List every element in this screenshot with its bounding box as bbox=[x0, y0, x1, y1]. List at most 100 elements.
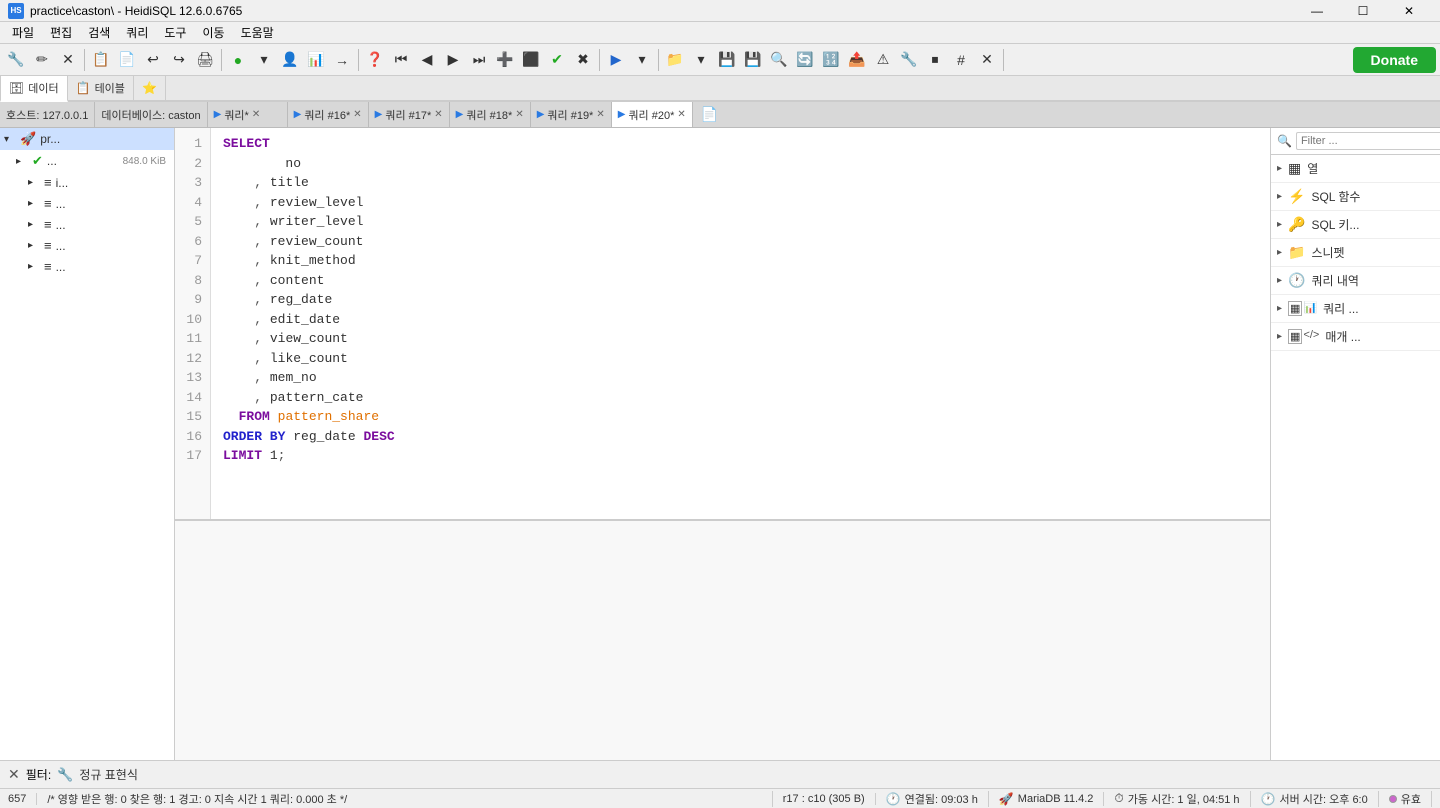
redo-button[interactable]: ↪ bbox=[167, 48, 191, 72]
cross-button[interactable]: ✕ bbox=[56, 48, 80, 72]
warning-button[interactable]: ⚠ bbox=[871, 48, 895, 72]
minimize-button[interactable]: — bbox=[1294, 0, 1340, 22]
menu-item-쿼리[interactable]: 쿼리 bbox=[118, 22, 156, 43]
user-button[interactable]: 👤 bbox=[278, 48, 302, 72]
qtab-host-label: 호스트: 127.0.0.1 bbox=[6, 107, 88, 123]
format-button[interactable]: 🔢 bbox=[819, 48, 843, 72]
toolbar: 🔧 ✏ ✕ 📋 📄 ↩ ↪ 🖨 ● ▾ 👤 📊 → ❓ ⏮ ◀ ▶ ⏭ ➕ ⬛ … bbox=[0, 44, 1440, 76]
sep1 bbox=[84, 49, 85, 71]
new-query-tab[interactable]: 📄 bbox=[693, 102, 726, 127]
hash-button[interactable]: # bbox=[949, 48, 973, 72]
tab-star[interactable]: ⭐ bbox=[134, 76, 166, 100]
sep6 bbox=[1003, 49, 1004, 71]
new-button[interactable]: 🔧 bbox=[4, 48, 28, 72]
connect-arrow[interactable]: ▾ bbox=[252, 48, 276, 72]
qtab-q-close[interactable]: ✕ bbox=[252, 109, 260, 120]
rp-query[interactable]: ▸ ▦ 📊 쿼리 ... bbox=[1271, 295, 1440, 323]
qtab-18[interactable]: ▶ 쿼리 #18* ✕ bbox=[450, 102, 531, 127]
tree-item-i[interactable]: ▸ ≡ i... bbox=[0, 172, 174, 193]
search-button[interactable]: 🔍 bbox=[767, 48, 791, 72]
menu-item-편집[interactable]: 편집 bbox=[42, 22, 80, 43]
qtab-18-close[interactable]: ✕ bbox=[515, 109, 523, 120]
nav-first[interactable]: ⏮ bbox=[389, 48, 413, 72]
refresh-button[interactable]: 🔄 bbox=[793, 48, 817, 72]
stop2-button[interactable]: ⏹ bbox=[923, 48, 947, 72]
nav-last[interactable]: ⏭ bbox=[467, 48, 491, 72]
qtab-host[interactable]: 호스트: 127.0.0.1 bbox=[0, 102, 95, 127]
save-button[interactable]: 💾 bbox=[715, 48, 739, 72]
row-count-value: 657 bbox=[8, 793, 26, 805]
export-button[interactable]: 📤 bbox=[845, 48, 869, 72]
paste-button[interactable]: 📄 bbox=[115, 48, 139, 72]
menu-item-파일[interactable]: 파일 bbox=[4, 22, 42, 43]
tree-item-t3[interactable]: ▸ ≡ ... bbox=[0, 214, 174, 235]
status-db: 🚀 MariaDB 11.4.2 bbox=[989, 792, 1105, 806]
folder-arrow[interactable]: ▾ bbox=[689, 48, 713, 72]
tab-data[interactable]: 🗄 데이터 bbox=[0, 76, 68, 102]
edit-button[interactable]: ✏ bbox=[30, 48, 54, 72]
table-button[interactable]: 📊 bbox=[304, 48, 328, 72]
qtab-q[interactable]: ▶ 쿼리* ✕ bbox=[208, 102, 288, 127]
rp-arrow-param: ▸ bbox=[1277, 331, 1282, 342]
tree-label-t2: ... bbox=[56, 197, 66, 211]
qtab-20-close[interactable]: ✕ bbox=[677, 109, 685, 120]
copy-button[interactable]: 📋 bbox=[89, 48, 113, 72]
qtab-17-close[interactable]: ✕ bbox=[434, 109, 442, 120]
result-area bbox=[175, 520, 1270, 760]
db-text: MariaDB 11.4.2 bbox=[1018, 793, 1094, 805]
sql-code[interactable]: SELECT no , title , review_level , write… bbox=[211, 128, 1270, 519]
arrow-button[interactable]: → bbox=[330, 48, 354, 72]
tree-item-pr[interactable]: ▾ 🚀 pr... bbox=[0, 128, 174, 150]
qtab-17[interactable]: ▶ 쿼리 #17* ✕ bbox=[369, 102, 450, 127]
rp-sqlkey[interactable]: ▸ 🔑 SQL 키... bbox=[1271, 211, 1440, 239]
close-button[interactable]: ✕ bbox=[1386, 0, 1432, 22]
connect-button[interactable]: ● bbox=[226, 48, 250, 72]
sql-editor[interactable]: 1 2 3 4 5 6 7 8 9 10 11 12 13 14 15 16 1… bbox=[175, 128, 1270, 520]
add-button[interactable]: ➕ bbox=[493, 48, 517, 72]
rp-sqlfunc[interactable]: ▸ ⚡ SQL 함수 bbox=[1271, 183, 1440, 211]
stop-button[interactable]: ⬛ bbox=[519, 48, 543, 72]
print-button[interactable]: 🖨 bbox=[193, 48, 217, 72]
nav-next[interactable]: ▶ bbox=[441, 48, 465, 72]
rp-label-snippet: 스니펫 bbox=[1311, 244, 1344, 261]
title-text: practice\caston\ - HeidiSQL 12.6.0.6765 bbox=[30, 4, 1294, 18]
qtab-16[interactable]: ▶ 쿼리 #16* ✕ bbox=[288, 102, 369, 127]
folder-button[interactable]: 📁 bbox=[663, 48, 687, 72]
rp-param[interactable]: ▸ ▦ </> 매개 ... bbox=[1271, 323, 1440, 351]
qtab-20[interactable]: ▶ 쿼리 #20* ✕ bbox=[612, 102, 693, 127]
server-icon: 🕐 bbox=[1261, 792, 1276, 806]
help-button[interactable]: ❓ bbox=[363, 48, 387, 72]
menu-item-도구[interactable]: 도구 bbox=[156, 22, 194, 43]
qtab-17-label: 쿼리 #17* bbox=[385, 107, 431, 123]
close2-button[interactable]: ✕ bbox=[975, 48, 999, 72]
tab-table[interactable]: 📋 테이블 bbox=[68, 76, 134, 100]
rp-columns[interactable]: ▸ ▦ 열 bbox=[1271, 155, 1440, 183]
filter-regex-text: 정규 표현식 bbox=[79, 766, 138, 783]
menu-item-이동[interactable]: 이동 bbox=[194, 22, 232, 43]
tree-item-db[interactable]: ▸ ✔ ... 848.0 KiB bbox=[0, 150, 174, 172]
run-button[interactable]: ▶ bbox=[604, 48, 628, 72]
maximize-button[interactable]: ☐ bbox=[1340, 0, 1386, 22]
nav-prev[interactable]: ◀ bbox=[415, 48, 439, 72]
undo-button[interactable]: ↩ bbox=[141, 48, 165, 72]
filter-input[interactable] bbox=[1296, 132, 1440, 150]
tree-item-t2[interactable]: ▸ ≡ ... bbox=[0, 193, 174, 214]
qtab-19[interactable]: ▶ 쿼리 #19* ✕ bbox=[531, 102, 612, 127]
qtab-db[interactable]: 데이터베이스: caston bbox=[95, 102, 207, 127]
menu-item-검색[interactable]: 검색 bbox=[80, 22, 118, 43]
menu-item-도움말[interactable]: 도움말 bbox=[233, 22, 282, 43]
tools-button[interactable]: 🔧 bbox=[897, 48, 921, 72]
rp-snippet[interactable]: ▸ 📁 스니펫 bbox=[1271, 239, 1440, 267]
rp-history[interactable]: ▸ 🕐 쿼리 내역 bbox=[1271, 267, 1440, 295]
check-button[interactable]: ✔ bbox=[545, 48, 569, 72]
run-arrow[interactable]: ▾ bbox=[630, 48, 654, 72]
tree-item-t5[interactable]: ▸ ≡ ... bbox=[0, 256, 174, 277]
filter-close-button[interactable]: ✕ bbox=[8, 766, 20, 783]
save2-button[interactable]: 💾 bbox=[741, 48, 765, 72]
rp-arrow-sqlfunc: ▸ bbox=[1277, 191, 1282, 202]
qtab-19-close[interactable]: ✕ bbox=[596, 109, 604, 120]
donate-button[interactable]: Donate bbox=[1353, 47, 1436, 73]
tree-item-t4[interactable]: ▸ ≡ ... bbox=[0, 235, 174, 256]
cancel-button[interactable]: ✖ bbox=[571, 48, 595, 72]
qtab-16-close[interactable]: ✕ bbox=[353, 109, 361, 120]
